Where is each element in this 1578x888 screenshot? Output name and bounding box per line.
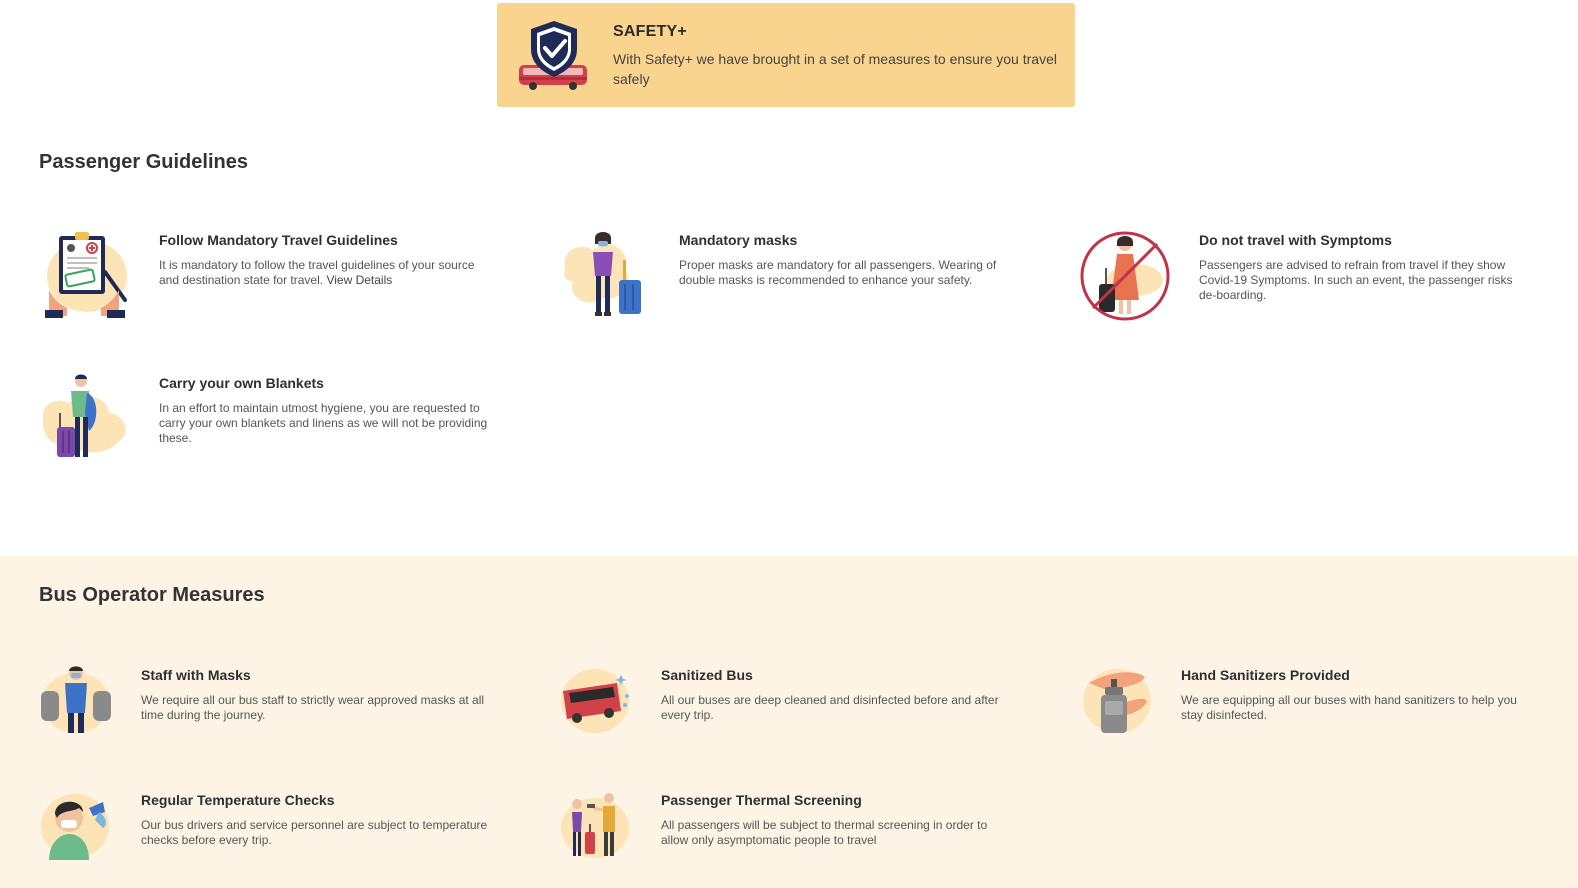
blanket-traveller-icon [42, 374, 126, 457]
guideline-description: Proper masks are mandatory for all passe… [679, 258, 997, 287]
thermal-screening-icon [561, 793, 629, 858]
guideline-title: Mandatory masks [679, 232, 798, 248]
guideline-description: In an effort to maintain utmost hygiene,… [159, 401, 488, 445]
measure-description: All our buses are deep cleaned and disin… [661, 693, 999, 722]
measure-description: Our bus drivers and service personnel ar… [141, 818, 488, 847]
masked-passenger-icon [564, 232, 641, 316]
measure-title: Hand Sanitizers Provided [1181, 667, 1350, 683]
guideline-title: Follow Mandatory Travel Guidelines [159, 232, 398, 248]
banner-title: SAFETY+ [613, 23, 687, 40]
view-details-link[interactable]: View Details [326, 273, 392, 287]
measure-description: All passengers will be subject to therma… [661, 818, 988, 847]
measure-title: Sanitized Bus [661, 667, 753, 683]
temperature-check-icon [41, 794, 109, 860]
shield-bus-icon [519, 21, 587, 90]
guideline-description: It is mandatory to follow the travel gui… [159, 258, 475, 287]
sanitized-bus-icon [561, 669, 630, 733]
guideline-title: Do not travel with Symptoms [1199, 232, 1392, 248]
guideline-title: Carry your own Blankets [159, 375, 324, 391]
banner-description: With Safety+ we have brought in a set of… [613, 51, 1057, 87]
measure-title: Passenger Thermal Screening [661, 792, 862, 808]
staff-mask-icon [41, 666, 111, 733]
operator-measures-heading: Bus Operator Measures [39, 584, 265, 606]
hand-sanitizer-icon [1083, 669, 1151, 733]
guideline-description: Passengers are advised to refrain from t… [1199, 258, 1513, 302]
measure-title: Regular Temperature Checks [141, 792, 335, 808]
measure-title: Staff with Masks [141, 667, 251, 683]
clipboard-access-granted-icon [45, 232, 127, 318]
no-symptoms-icon [1080, 231, 1170, 321]
measure-description: We require all our bus staff to strictly… [141, 693, 485, 722]
passenger-guidelines-heading: Passenger Guidelines [39, 151, 248, 173]
measure-description: We are equipping all our buses with hand… [1181, 693, 1517, 722]
safety-plus-banner: SAFETY+ With Safety+ we have brought in … [497, 3, 1075, 107]
